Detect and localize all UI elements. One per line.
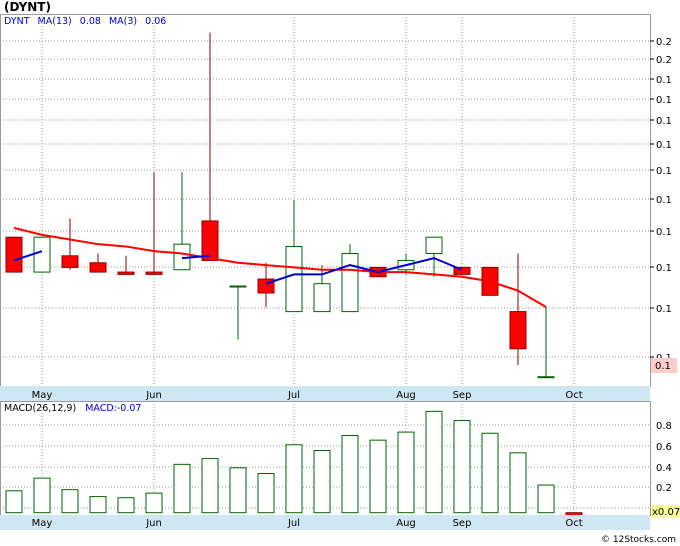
legend-ma3-label: MA(3): [109, 16, 137, 27]
macd-legend-label: MACD(26,12,9): [4, 403, 76, 414]
macd-panel: 0.80.60.40.20.0 MACD(26,12,9) MACD:-0.07…: [0, 401, 680, 522]
macd-bar: [145, 492, 163, 514]
x-axis-label: Oct: [565, 390, 582, 401]
price-plot-frame: [0, 14, 651, 387]
price-tick-label: 0.1: [656, 227, 672, 238]
legend-ma13-value: 0.08: [80, 16, 101, 27]
x-axis-label: Sep: [453, 390, 472, 401]
macd-bar: [5, 490, 23, 514]
legend-ma3-value: 0.06: [145, 16, 166, 27]
macd-bar: [481, 432, 499, 514]
candle-body-up: [33, 236, 51, 273]
macd-bar: [257, 473, 275, 514]
candle-body-down: [89, 262, 107, 273]
candle-body-down: [145, 271, 163, 275]
price-tick-label: 0.1: [656, 304, 672, 315]
x-axis-label: Sep: [453, 518, 472, 529]
candle-body-up: [425, 236, 443, 254]
candle-body-up: [341, 252, 359, 313]
macd-bar: [285, 444, 303, 514]
macd-bar: [509, 452, 527, 514]
candle: [341, 244, 359, 313]
candle-body-down: [61, 255, 79, 268]
price-panel: 0.20.20.10.10.10.10.10.10.10.10.10.1 0.1…: [0, 14, 677, 387]
candle-body-down: [201, 220, 219, 261]
price-tick-label: 0.1: [656, 75, 672, 86]
price-tick-labels: 0.20.20.10.10.10.10.10.10.10.10.10.1: [650, 37, 672, 364]
macd-bar: [229, 467, 247, 514]
macd-bar: [341, 435, 359, 514]
macd-bar: [117, 497, 135, 514]
candle-body-up: [229, 285, 247, 288]
x-axis-label: May: [32, 518, 53, 529]
x-axis-label: May: [32, 390, 53, 401]
price-tag: 0.1: [655, 361, 671, 372]
macd-bar: [89, 496, 107, 514]
legend-symbol: DYNT: [4, 16, 30, 27]
macd-tag: x0.07: [652, 507, 680, 518]
x-axis-label: Jun: [145, 518, 162, 529]
macd-tick-labels: 0.80.60.40.20.0: [656, 421, 672, 515]
candle: [33, 236, 51, 273]
candle: [5, 236, 23, 273]
price-tick-label: 0.2: [656, 55, 672, 66]
x-axis-band-top: [0, 386, 650, 401]
macd-bar: [201, 458, 219, 514]
macd-legend-value: MACD:-0.07: [85, 403, 141, 414]
macd-bar: [453, 420, 471, 514]
x-axis-label: Oct: [565, 518, 582, 529]
legend-ma13-label: MA(13): [38, 16, 72, 27]
macd-bar: [425, 410, 443, 514]
price-tick-label: 0.1: [656, 116, 672, 127]
candle-body-up: [537, 376, 555, 379]
price-tick-label: 0.1: [656, 166, 672, 177]
x-axis-label: Aug: [396, 518, 416, 529]
candle-body-down: [117, 271, 135, 275]
x-axis-label: Jul: [287, 518, 300, 529]
macd-tick-label: 0.2: [656, 483, 672, 494]
credit-text: © 12Stocks.com: [601, 535, 676, 545]
macd-bar: [33, 477, 51, 514]
price-tick-label: 0.2: [656, 37, 672, 48]
macd-tick-label: 0.8: [656, 421, 672, 432]
macd-bar: [537, 484, 555, 514]
macd-tick-label: 0.6: [656, 442, 672, 453]
macd-tick-label: 0.4: [656, 463, 672, 474]
price-tick-label: 0.1: [656, 263, 672, 274]
candle-body-up: [313, 283, 331, 313]
price-tick-label: 0.1: [656, 140, 672, 151]
price-tick-label: 0.1: [656, 95, 672, 106]
price-tick-label: 0.1: [656, 195, 672, 206]
chart-title: (DYNT): [4, 0, 51, 14]
macd-bar: [173, 463, 191, 514]
x-axis-band-bottom: [0, 515, 650, 530]
x-axis-label: Aug: [396, 390, 416, 401]
x-axis-label: Jul: [287, 390, 300, 401]
macd-bar: [61, 489, 79, 514]
macd-bar: [313, 450, 331, 514]
macd-legend: MACD(26,12,9) MACD:-0.07: [4, 403, 141, 414]
x-axis-label: Jun: [145, 390, 162, 401]
macd-bar: [397, 431, 415, 514]
candle-body-up: [285, 246, 303, 313]
candle-body-down: [509, 311, 527, 350]
candle-body-down: [5, 236, 23, 273]
macd-bar: [369, 439, 387, 514]
stock-chart: (DYNT) 0.2 0.2 0.1 0.1 0.1 0.1 0.1 0.1 0.1 0.1 0.1…: [0, 0, 680, 545]
